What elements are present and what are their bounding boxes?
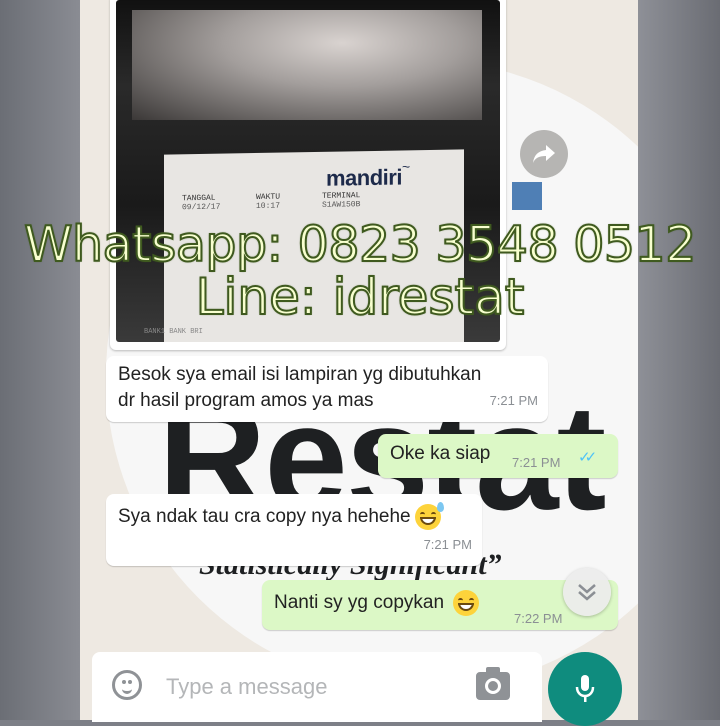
receipt-footer-line: BANK1 BANK BRI [144, 328, 203, 336]
right-background [638, 0, 720, 720]
left-background [0, 0, 80, 720]
camera-icon[interactable] [476, 667, 510, 700]
receipt-header: WAKTU [256, 192, 281, 203]
receipt-brand: mandiri [326, 164, 402, 191]
chat-screen: Restat “Statistically Significant” mandi… [80, 0, 638, 720]
sweat-smile-emoji-icon [414, 502, 444, 530]
message-outgoing[interactable]: Oke ka siap 7:21 PM ✓✓ [378, 434, 618, 478]
brand-wave-icon: ~ [402, 158, 411, 175]
receipt-value: 09/12/17 [182, 202, 221, 213]
emoji-icon[interactable] [112, 670, 142, 700]
message-text-row: Sya ndak tau cra copy nya hehehe [118, 502, 444, 530]
grin-emoji-icon [453, 590, 480, 616]
read-ticks-icon: ✓✓ [578, 449, 597, 466]
mic-button[interactable] [548, 652, 622, 726]
double-chevron-down-icon [578, 584, 596, 601]
forward-icon [533, 145, 555, 163]
message-text: Sya ndak tau cra copy nya hehehe [118, 506, 411, 528]
message-time: 7:22 PM [514, 611, 563, 626]
message-text: dr hasil program amos ya mas [118, 390, 374, 411]
message-input[interactable]: Type a message [166, 674, 327, 700]
watermark-whatsapp: Whatsapp: 0823 3548 0512 [23, 215, 697, 274]
message-incoming[interactable]: Besok sya email isi lampiran yg dibutuhk… [106, 356, 548, 422]
receipt-value: 10:17 [256, 201, 281, 212]
message-incoming[interactable]: Sya ndak tau cra copy nya hehehe 7:21 PM [106, 494, 482, 566]
scroll-to-bottom-button[interactable] [563, 568, 611, 616]
wallpaper-accent [512, 182, 542, 210]
message-time: 7:21 PM [489, 393, 538, 408]
message-time: 7:21 PM [512, 455, 561, 470]
message-text: Besok sya email isi lampiran yg dibutuhk… [118, 364, 482, 385]
message-text: Oke ka siap [390, 443, 491, 464]
watermark-line: Line: idrestat [195, 267, 526, 327]
message-text-row: Nanti sy yg copykan [274, 590, 480, 616]
mic-icon [575, 675, 595, 702]
forward-button[interactable] [520, 130, 568, 178]
message-time: 7:21 PM [423, 537, 472, 552]
receipt-value: S1AW150B [322, 200, 361, 210]
photo-light [132, 10, 482, 120]
message-text: Nanti sy yg copykan [274, 592, 445, 614]
message-composer: Type a message [92, 652, 542, 722]
